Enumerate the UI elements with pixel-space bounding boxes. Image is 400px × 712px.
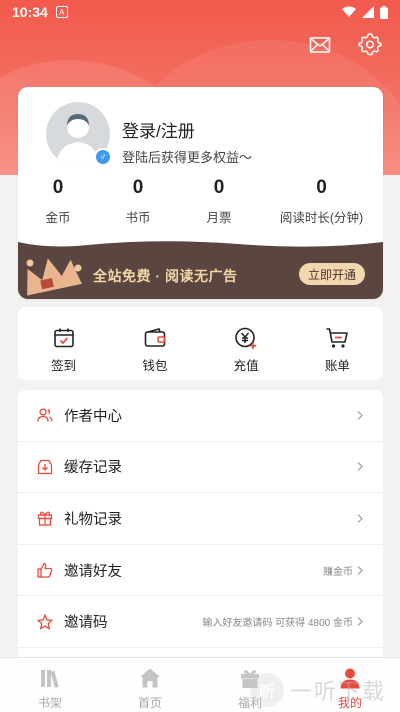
tab-label: 书架 — [37, 696, 62, 710]
mail-icon[interactable] — [308, 33, 332, 57]
menu-item-author-center[interactable]: 作者中心 — [18, 390, 383, 442]
chevron-right-icon — [357, 462, 363, 472]
menu-item-label: 礼物记录 — [64, 511, 122, 528]
menu-item-label: 缓存记录 — [64, 460, 122, 477]
quick-actions-card: 签到 钱包 充值 账单 — [18, 307, 383, 380]
thumbs-up-icon — [37, 562, 53, 578]
quick-action-wallet[interactable]: 钱包 — [109, 307, 200, 380]
cart-bill-icon — [326, 328, 349, 348]
gift-icon — [37, 512, 53, 527]
vip-open-button[interactable]: 立即开通 — [299, 263, 365, 285]
gender-male-icon: ♂ — [94, 148, 112, 166]
menu-item-label: 邀请码 — [64, 615, 108, 632]
tab-home[interactable]: 首页 — [100, 658, 200, 712]
wifi-icon — [342, 6, 356, 17]
quick-action-recharge[interactable]: 充值 — [201, 307, 292, 380]
tab-bookshelf[interactable]: 书架 — [0, 658, 100, 712]
profile-card: 登录/注册 登陆后获得更多权益～ 0 金币 0 书币 0 月票 0 阅读时长(分… — [18, 87, 383, 299]
status-time: 10:34 — [12, 4, 48, 20]
chevron-right-icon — [357, 617, 363, 627]
stat-coins[interactable]: 0 金币 — [18, 177, 98, 226]
stat-label: 阅读时长(分钟) — [279, 211, 364, 225]
menu-item-right — [353, 462, 363, 472]
quick-action-checkin[interactable]: 签到 — [18, 307, 109, 380]
stat-value: 0 — [316, 177, 327, 198]
bookshelf-icon — [41, 670, 59, 688]
chevron-right-icon — [357, 565, 363, 575]
chevron-right-icon — [357, 514, 363, 523]
stat-label: 月票 — [206, 211, 232, 225]
author-icon — [37, 408, 53, 422]
menu-item-right: 赚金币 — [323, 563, 363, 578]
stat-label: 金币 — [45, 211, 71, 225]
menu-item-invite-friends[interactable]: 邀请好友 赚金币 — [18, 545, 383, 597]
menu-item-right — [353, 514, 363, 523]
crown-icon — [26, 258, 82, 296]
menu-item-right — [353, 410, 363, 420]
vip-banner-text: 全站免费 · 阅读无广告 — [93, 268, 238, 284]
menu-item-gift-records[interactable]: 礼物记录 — [18, 493, 383, 545]
tab-label: 首页 — [137, 696, 162, 710]
download-icon — [37, 459, 53, 475]
stat-monthly-tickets[interactable]: 0 月票 — [178, 177, 260, 226]
menu-item-label: 作者中心 — [64, 408, 122, 425]
login-subtitle: 登陆后获得更多权益～ — [122, 150, 253, 165]
menu-item-label: 邀请好友 — [64, 563, 122, 580]
gear-icon[interactable] — [358, 33, 382, 57]
yuan-recharge-icon — [235, 327, 257, 349]
signal-icon — [362, 6, 374, 18]
stat-value: 0 — [52, 177, 64, 198]
quick-action-label: 充值 — [233, 359, 259, 373]
stat-book-coins[interactable]: 0 书币 — [98, 177, 178, 226]
stat-value: 0 — [132, 177, 144, 198]
chevron-right-icon — [357, 410, 363, 420]
status-bar: 10:34 A — [0, 0, 400, 24]
watermark-text: 一听下载 — [290, 679, 387, 704]
calendar-check-icon — [53, 328, 74, 348]
quick-action-label: 账单 — [324, 359, 350, 373]
banner-wave — [18, 236, 383, 247]
home-icon — [140, 668, 160, 688]
quick-action-bill[interactable]: 账单 — [292, 307, 383, 380]
menu-item-right: 输入好友邀请码 可获得 4800 金币 — [202, 614, 363, 629]
menu-list: 作者中心 缓存记录 礼物记录 邀请好友 赚金币 邀请码 输入好友邀请码 可获得 … — [18, 390, 383, 660]
quick-action-label: 钱包 — [142, 359, 168, 373]
menu-item-cache-records[interactable]: 缓存记录 — [18, 442, 383, 494]
stat-reading-time[interactable]: 0 阅读时长(分钟) — [260, 177, 383, 226]
menu-item-invite-code[interactable]: 邀请码 输入好友邀请码 可获得 4800 金币 — [18, 596, 383, 648]
quick-action-label: 签到 — [51, 359, 77, 373]
menu-item-hint: 赚金币 — [323, 566, 353, 578]
watermark-logo: 听 — [250, 673, 284, 707]
stat-label: 书币 — [125, 211, 151, 225]
wallet-icon — [144, 328, 166, 347]
watermark: 听 一听下载 — [250, 670, 400, 710]
login-register-title[interactable]: 登录/注册 — [122, 117, 195, 142]
star-icon — [37, 614, 53, 630]
stats-row: 0 金币 0 书币 0 月票 0 阅读时长(分钟) — [18, 177, 383, 226]
vip-banner[interactable]: 全站免费 · 阅读无广告 立即开通 — [18, 236, 383, 299]
menu-item-hint: 输入好友邀请码 可获得 4800 金币 — [202, 618, 353, 630]
battery-icon — [380, 5, 388, 19]
notification-icon: A — [55, 6, 68, 18]
stat-value: 0 — [213, 177, 225, 198]
